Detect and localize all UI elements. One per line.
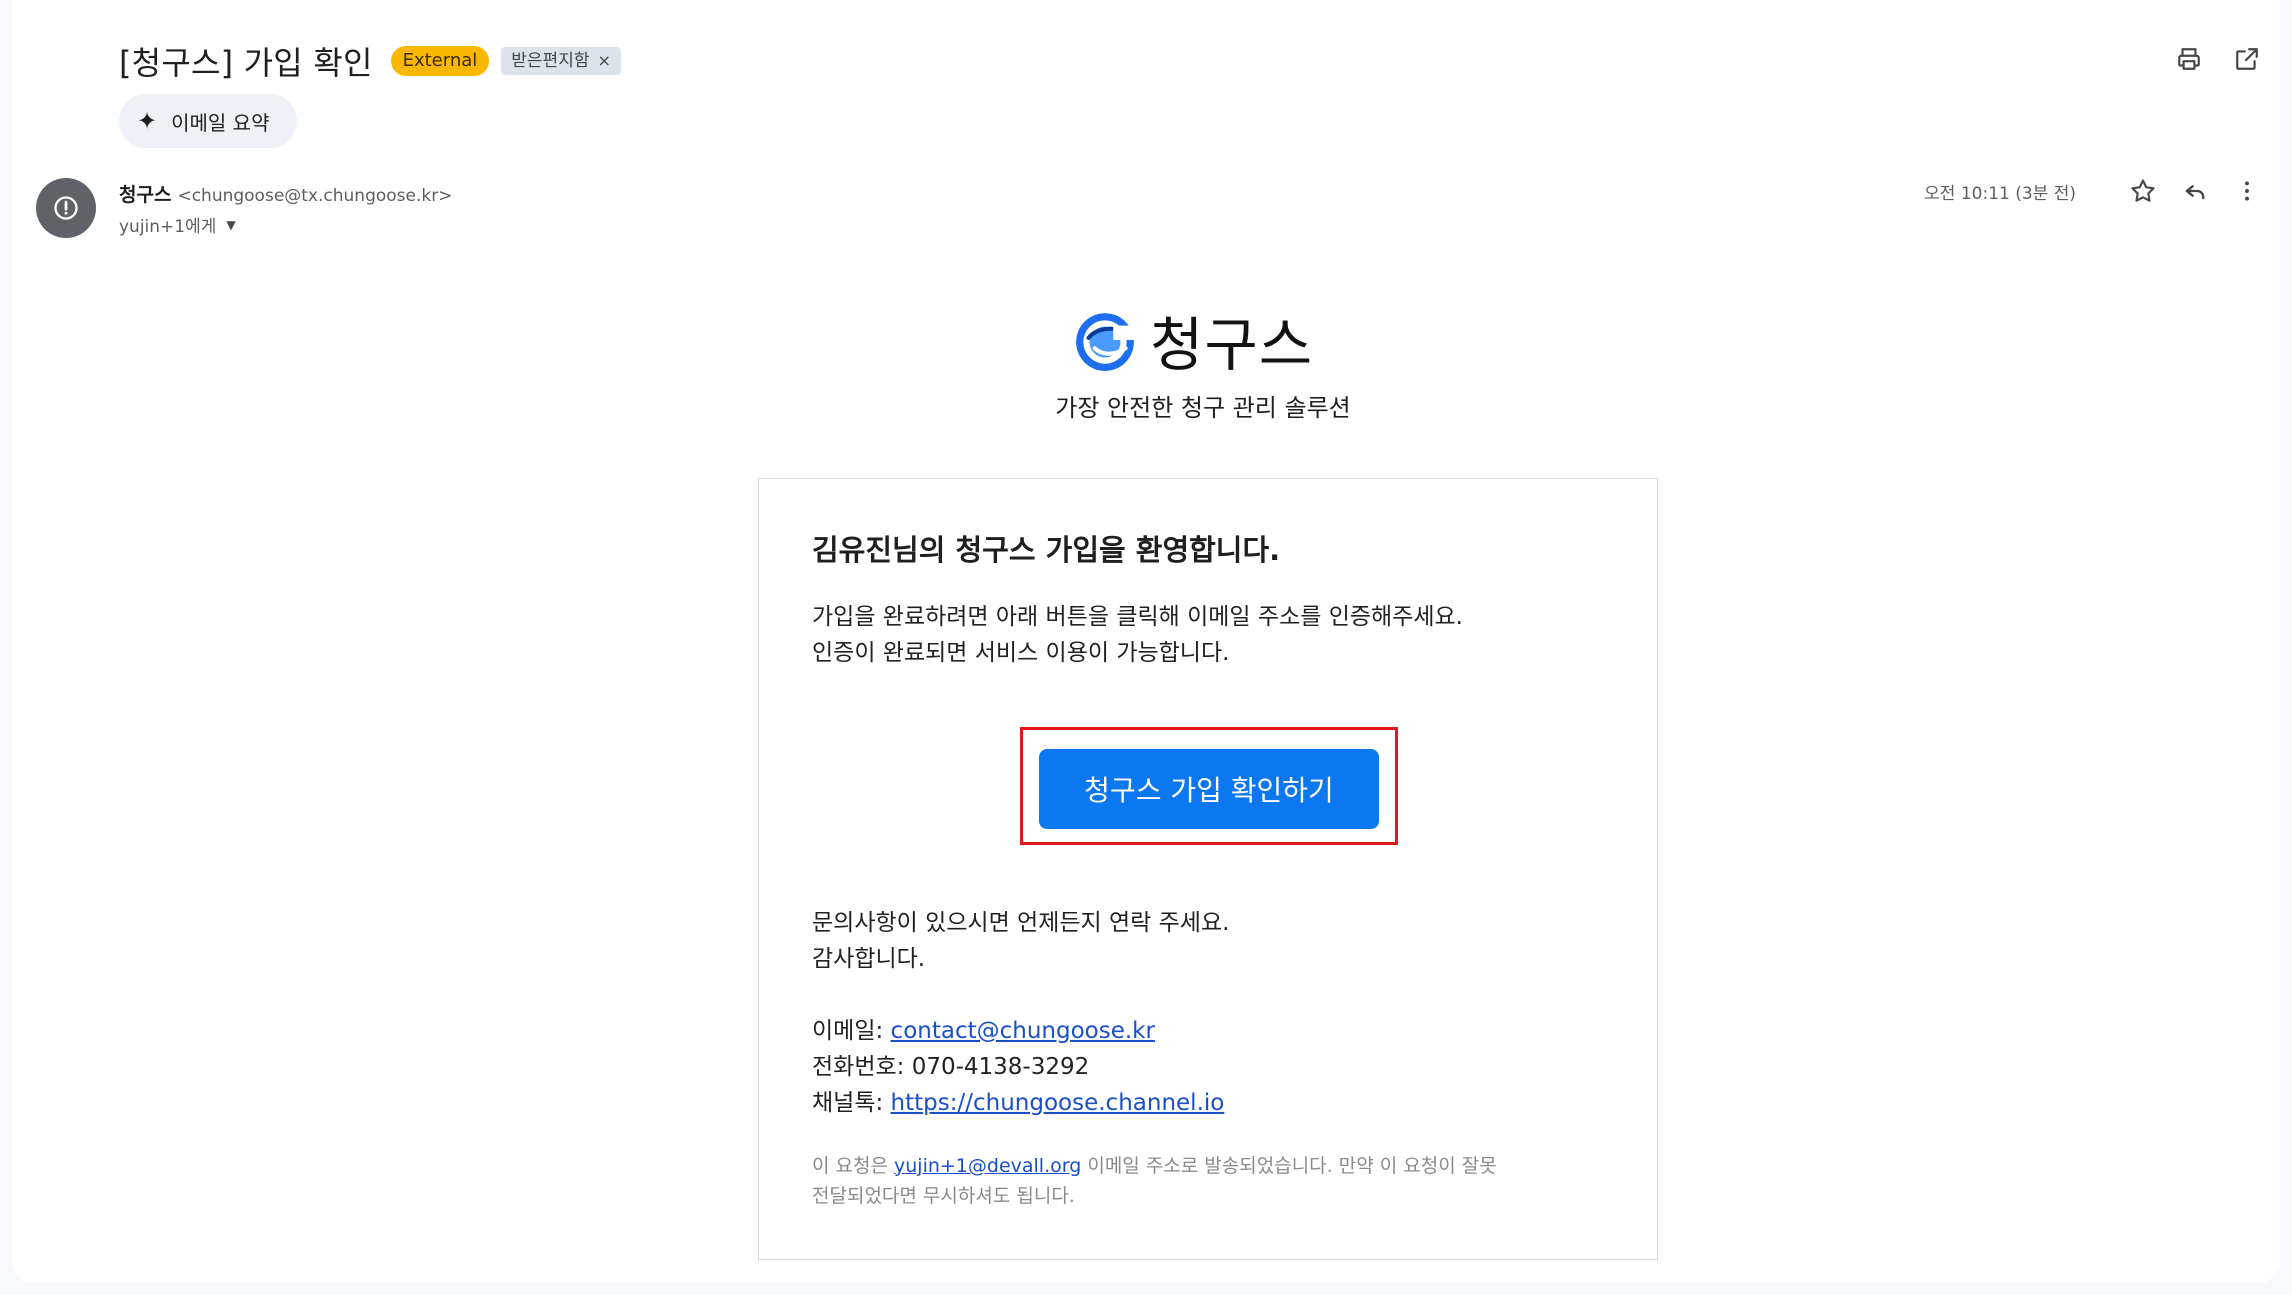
contact-channel-row: 채널톡: https://chungoose.channel.io (812, 1085, 1224, 1121)
email-summary-button[interactable]: ✦ 이메일 요약 (119, 94, 297, 148)
contact-line-1: 문의사항이 있으시면 언제든지 연락 주세요. (812, 910, 1230, 936)
brand-tagline: 가장 안전한 청구 관리 솔루션 (1055, 394, 1351, 422)
contact-phone-row: 전화번호: 070-4138-3292 (812, 1049, 1224, 1085)
sender-name[interactable]: 청구스 (119, 180, 171, 207)
footnote-suffix: 이메일 주소로 발송되었습니다. 만약 이 요청이 잘못 (1081, 1155, 1497, 1177)
footnote-email-link[interactable]: yujin+1@devall.org (894, 1155, 1081, 1177)
remove-label-icon[interactable]: × (597, 50, 610, 72)
warning-icon (54, 196, 78, 220)
star-icon[interactable] (2128, 176, 2158, 206)
footnote-line-2: 전달되었다면 무시하셔도 됩니다. (812, 1185, 1075, 1207)
email-summary-label: 이메일 요약 (171, 110, 270, 135)
top-actions (2174, 44, 2262, 74)
sender-line: 청구스 <chungoose@tx.chungoose.kr> (119, 180, 452, 207)
channel-link[interactable]: https://chungoose.channel.io (891, 1090, 1225, 1116)
more-vert-icon[interactable] (2232, 176, 2262, 206)
footnote-line-1: 이 요청은 yujin+1@devall.org 이메일 주소로 발송되었습니다… (812, 1151, 1572, 1181)
brand-name: 청구스 (1150, 311, 1314, 379)
confirm-signup-button[interactable]: 청구스 가입 확인하기 (1039, 749, 1379, 829)
sender-avatar[interactable] (36, 178, 96, 238)
chungoose-logo-icon (1076, 313, 1136, 371)
print-icon[interactable] (2174, 44, 2204, 74)
contact-line-2: 감사합니다. (812, 946, 926, 972)
recipient-text: yujin+1에게 (119, 217, 217, 237)
subject-row: [청구스] 가입 확인 External 받은편지함 × (119, 36, 621, 86)
channel-label: 채널톡: (812, 1090, 891, 1116)
welcome-title: 김유진님의 청구스 가입을 환영합니다. (812, 533, 1281, 567)
footnote: 이 요청은 yujin+1@devall.org 이메일 주소로 발송되었습니다… (812, 1151, 1572, 1211)
contact-email-link[interactable]: contact@chungoose.kr (891, 1018, 1155, 1044)
contact-message: 문의사항이 있으시면 언제든지 연락 주세요. 감사합니다. (812, 905, 1229, 977)
open-in-new-icon[interactable] (2232, 44, 2262, 74)
inbox-label-chip[interactable]: 받은편지함 × (501, 47, 621, 75)
email-subject: [청구스] 가입 확인 (119, 44, 373, 82)
contact-email-row: 이메일: contact@chungoose.kr (812, 1013, 1224, 1049)
instruction-line-1: 가입을 완료하려면 아래 버튼을 클릭해 이메일 주소를 인증해주세요. (812, 604, 1463, 630)
recipient-toggle[interactable]: yujin+1에게 ▼ (119, 212, 236, 237)
phone-label: 전화번호: (812, 1054, 912, 1080)
external-badge: External (390, 46, 490, 76)
contact-list: 이메일: contact@chungoose.kr 전화번호: 070-4138… (812, 1013, 1224, 1121)
inbox-label-text: 받은편지함 (511, 51, 590, 71)
email-view: [청구스] 가입 확인 External 받은편지함 × ✦ 이메일 요약 청구… (12, 0, 2280, 1283)
instruction-text: 가입을 완료하려면 아래 버튼을 클릭해 이메일 주소를 인증해주세요. 인증이… (812, 599, 1463, 671)
reply-icon[interactable] (2180, 176, 2210, 206)
sender-email: <chungoose@tx.chungoose.kr> (177, 186, 453, 206)
welcome-card: 김유진님의 청구스 가입을 환영합니다. 가입을 완료하려면 아래 버튼을 클릭… (758, 478, 1658, 1260)
message-time: 오전 10:11 (3분 전) (1924, 183, 2076, 204)
chevron-down-icon: ▼ (226, 217, 236, 232)
message-meta: 오전 10:11 (3분 전) (1924, 176, 2262, 206)
brand-header: 청구스 (1072, 298, 1313, 382)
footnote-prefix: 이 요청은 (812, 1155, 894, 1177)
instruction-line-2: 인증이 완료되면 서비스 이용이 가능합니다. (812, 640, 1230, 666)
sparkle-icon: ✦ (137, 107, 158, 135)
phone-value: 070-4138-3292 (911, 1054, 1090, 1080)
email-label: 이메일: (812, 1018, 891, 1044)
